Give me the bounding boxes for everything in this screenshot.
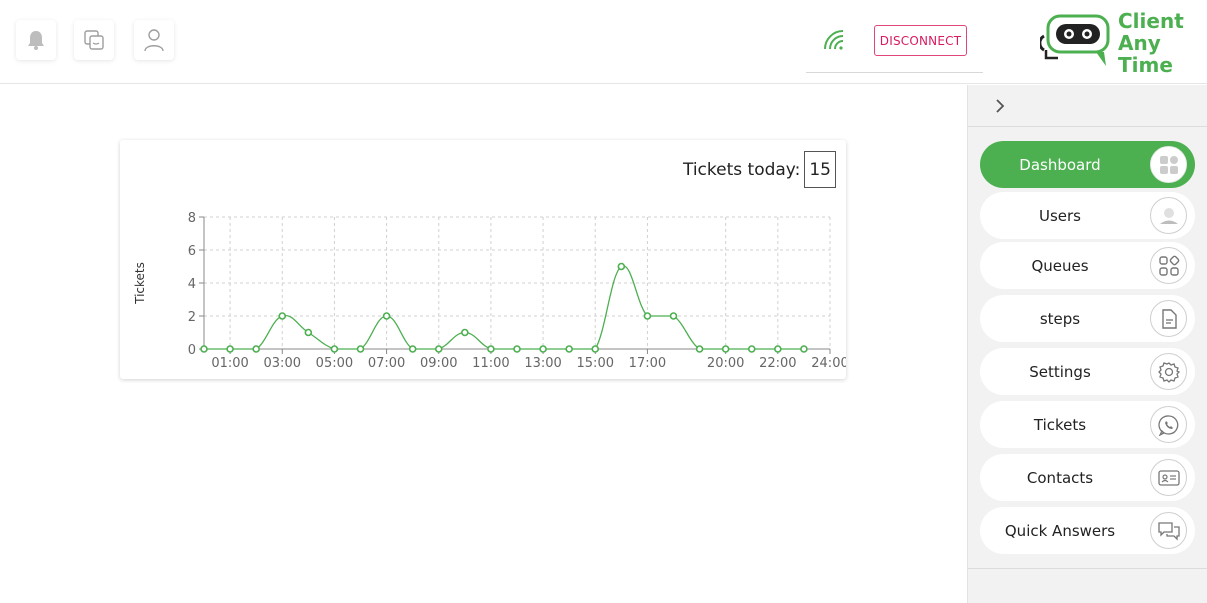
phone-chat-icon <box>1150 406 1187 443</box>
gear-icon <box>1150 353 1187 390</box>
connection-status: DISCONNECT <box>806 10 983 73</box>
dashboard-icon <box>1150 146 1187 183</box>
tickets-chart-card: Tickets today: 15 0 2 4 6 8 01:00 03:00 05:00 07… <box>120 140 846 379</box>
data-point <box>408 345 417 353</box>
data-point <box>434 345 443 353</box>
x-tick-label: 09:00 <box>420 356 457 371</box>
data-point <box>617 262 626 271</box>
sidebar-item-quick-answers[interactable]: Quick Answers <box>980 507 1195 554</box>
data-point <box>356 345 365 353</box>
data-point <box>747 345 756 353</box>
x-tick-label: 24:00 <box>811 356 846 371</box>
data-point <box>695 345 704 353</box>
x-tick-label: 17:00 <box>629 356 666 371</box>
sidebar-item-dashboard[interactable]: Dashboard <box>980 141 1195 188</box>
document-icon <box>1150 300 1187 337</box>
tickets-line-chart: 0 2 4 6 8 01:00 03:00 05:00 07:00 09:00 11:00 13:00… <box>133 211 846 371</box>
data-point <box>200 345 208 353</box>
sidebar-collapse-button[interactable] <box>968 85 1207 127</box>
robot-logo-icon <box>1038 14 1110 66</box>
y-axis-label: Tickets <box>133 262 147 305</box>
logo-line-2: Any <box>1118 31 1161 55</box>
sidebar-item-tickets[interactable]: Tickets <box>980 401 1195 448</box>
data-point <box>774 345 782 353</box>
sidebar-item-label: Tickets <box>1033 415 1087 434</box>
sidebar-item-label: Users <box>1038 206 1081 225</box>
data-point <box>669 312 678 320</box>
notification-button[interactable] <box>16 20 56 60</box>
profile-button[interactable] <box>134 20 174 60</box>
y-tick-label: 6 <box>188 244 196 259</box>
x-tick-label: 07:00 <box>368 356 405 371</box>
sidebar: Dashboard Users Queues steps Settings Ti… <box>967 85 1207 603</box>
x-tick-label: 22:00 <box>759 356 796 371</box>
sidebar-item-label: Settings <box>1029 362 1091 381</box>
bell-icon <box>28 31 44 50</box>
data-point <box>513 345 521 353</box>
data-point <box>539 345 547 353</box>
x-tick-label: 13:00 <box>524 356 561 371</box>
y-tick-label: 2 <box>188 310 196 325</box>
data-point <box>591 345 600 353</box>
x-tick-label: 05:00 <box>316 356 353 371</box>
data-point <box>304 328 313 337</box>
wifi-icon <box>824 30 844 50</box>
sidebar-item-label: Contacts <box>1026 468 1094 487</box>
sidebar-item-label: Dashboard <box>1019 155 1101 174</box>
sidebar-item-label: steps <box>1039 309 1081 328</box>
sidebar-item-label: Queues <box>1031 256 1089 275</box>
logo: Client Any Time <box>1038 10 1190 76</box>
data-point <box>643 312 652 320</box>
sidebar-item-settings[interactable]: Settings <box>980 348 1195 395</box>
data-point <box>721 345 730 353</box>
data-point <box>487 345 495 353</box>
sidebar-item-users[interactable]: Users <box>980 192 1195 239</box>
sidebar-item-queues[interactable]: Queues <box>980 242 1195 289</box>
x-tick-label: 11:00 <box>472 356 509 371</box>
disconnect-button[interactable]: DISCONNECT <box>874 25 967 56</box>
chat-bubbles-icon <box>1150 512 1187 549</box>
sidebar-divider <box>968 568 1207 569</box>
x-tick-label: 03:00 <box>264 356 301 371</box>
grid-icon <box>1150 247 1187 284</box>
x-tick-label: 15:00 <box>577 356 614 371</box>
data-point <box>226 345 234 353</box>
chevron-right-icon <box>996 98 1005 113</box>
contact-card-icon <box>1150 459 1187 496</box>
x-tick-label: 01:00 <box>211 356 248 371</box>
chats-button[interactable] <box>74 20 114 60</box>
logo-text: Client Any Time <box>1118 10 1184 76</box>
data-point <box>278 312 287 320</box>
data-point <box>330 345 339 353</box>
data-point <box>800 345 808 353</box>
user-icon <box>144 29 164 52</box>
top-bar: DISCONNECT Client Any Time <box>0 0 1207 84</box>
data-point <box>252 345 260 353</box>
sidebar-item-contacts[interactable]: Contacts <box>980 454 1195 501</box>
y-tick-label: 0 <box>188 343 196 358</box>
logo-line-1: Client <box>1118 9 1184 33</box>
data-point <box>565 345 573 353</box>
sidebar-item-steps[interactable]: steps <box>980 295 1195 342</box>
series-line <box>204 265 804 350</box>
chat-windows-icon <box>84 30 104 50</box>
x-tick-label: 20:00 <box>707 356 744 371</box>
y-tick-label: 8 <box>188 211 196 226</box>
logo-line-3: Time <box>1118 53 1173 77</box>
data-point <box>382 312 391 320</box>
user-icon <box>1150 197 1187 234</box>
data-point <box>461 328 469 337</box>
sidebar-item-label: Quick Answers <box>1004 521 1116 540</box>
y-tick-label: 4 <box>188 277 196 292</box>
